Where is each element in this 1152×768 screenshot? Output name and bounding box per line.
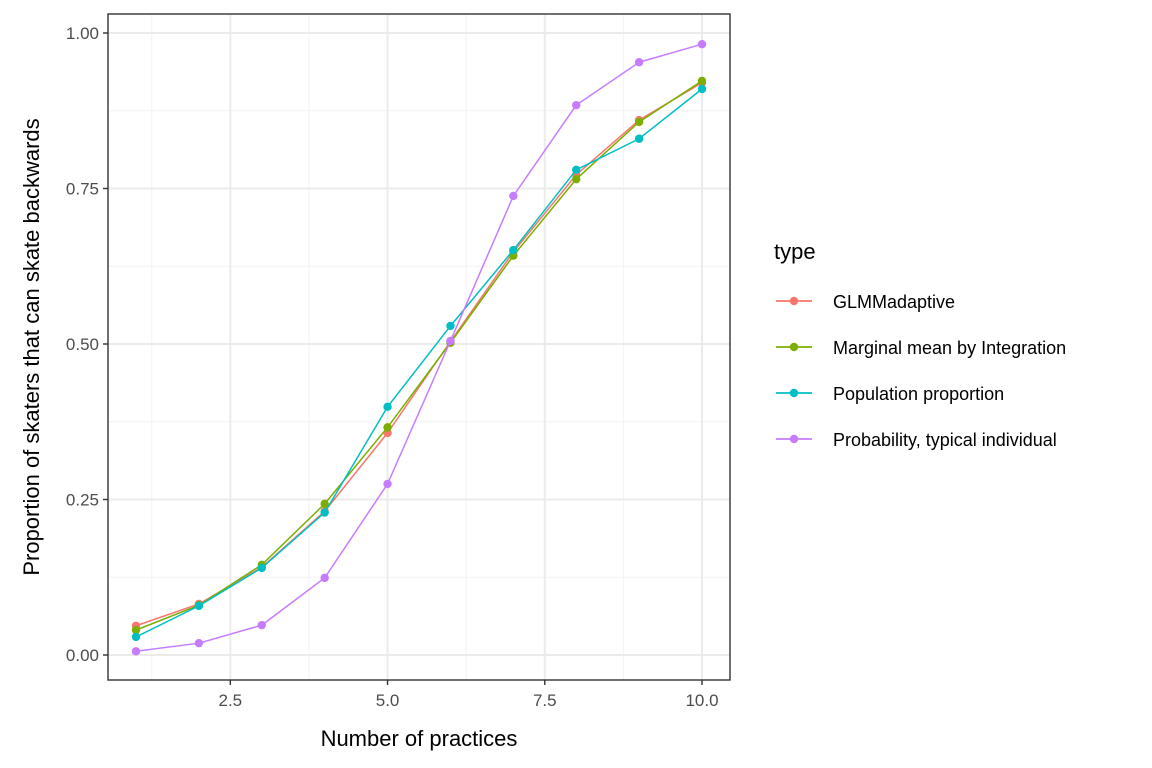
data-point — [697, 39, 707, 49]
data-point — [257, 563, 266, 573]
data-point — [509, 245, 518, 255]
data-point — [697, 84, 707, 94]
x-tick-label: 2.5 — [219, 691, 243, 710]
data-point — [383, 479, 392, 489]
legend-title: type — [774, 239, 816, 264]
x-tick-label: 5.0 — [376, 691, 400, 710]
data-point — [446, 336, 455, 346]
data-point — [634, 117, 644, 127]
data-point — [697, 76, 707, 86]
data-point — [383, 423, 392, 432]
x-tick-label: 10.0 — [685, 691, 718, 710]
data-point — [383, 402, 392, 412]
data-point — [572, 174, 581, 184]
x-tick-label: 7.5 — [533, 691, 557, 710]
y-tick-label: 1.00 — [66, 24, 99, 43]
data-point — [572, 100, 581, 110]
y-tick-label: 0.25 — [66, 491, 99, 510]
legend-key-point — [789, 434, 799, 444]
y-tick-label: 0.00 — [66, 646, 99, 665]
data-point — [572, 165, 581, 175]
legend-key-point — [789, 296, 799, 306]
legend-label: Marginal mean by Integration — [833, 338, 1066, 358]
legend-label: Population proportion — [833, 384, 1004, 404]
data-point — [194, 638, 204, 648]
data-point — [257, 620, 266, 630]
data-point — [634, 134, 644, 143]
data-point — [131, 632, 141, 642]
data-point — [320, 508, 329, 517]
data-point — [446, 321, 455, 331]
legend-key-point — [789, 388, 799, 398]
legend-key-point — [789, 342, 799, 352]
y-tick-label: 0.75 — [66, 180, 99, 199]
y-tick-label: 0.50 — [66, 335, 99, 354]
legend-label: Probability, typical individual — [833, 430, 1057, 450]
data-point — [320, 573, 329, 583]
y-axis-title: Proportion of skaters that can skate bac… — [19, 118, 44, 575]
data-point — [634, 58, 644, 67]
data-point — [131, 647, 141, 656]
x-axis-title: Number of practices — [321, 726, 518, 751]
legend-label: GLMMadaptive — [833, 292, 955, 312]
chart: 0.00 0.25 0.50 0.75 1.00 2.5 5.0 7.5 10.0 Numbe… — [0, 0, 1152, 768]
data-point — [509, 191, 518, 201]
data-point — [194, 601, 204, 611]
